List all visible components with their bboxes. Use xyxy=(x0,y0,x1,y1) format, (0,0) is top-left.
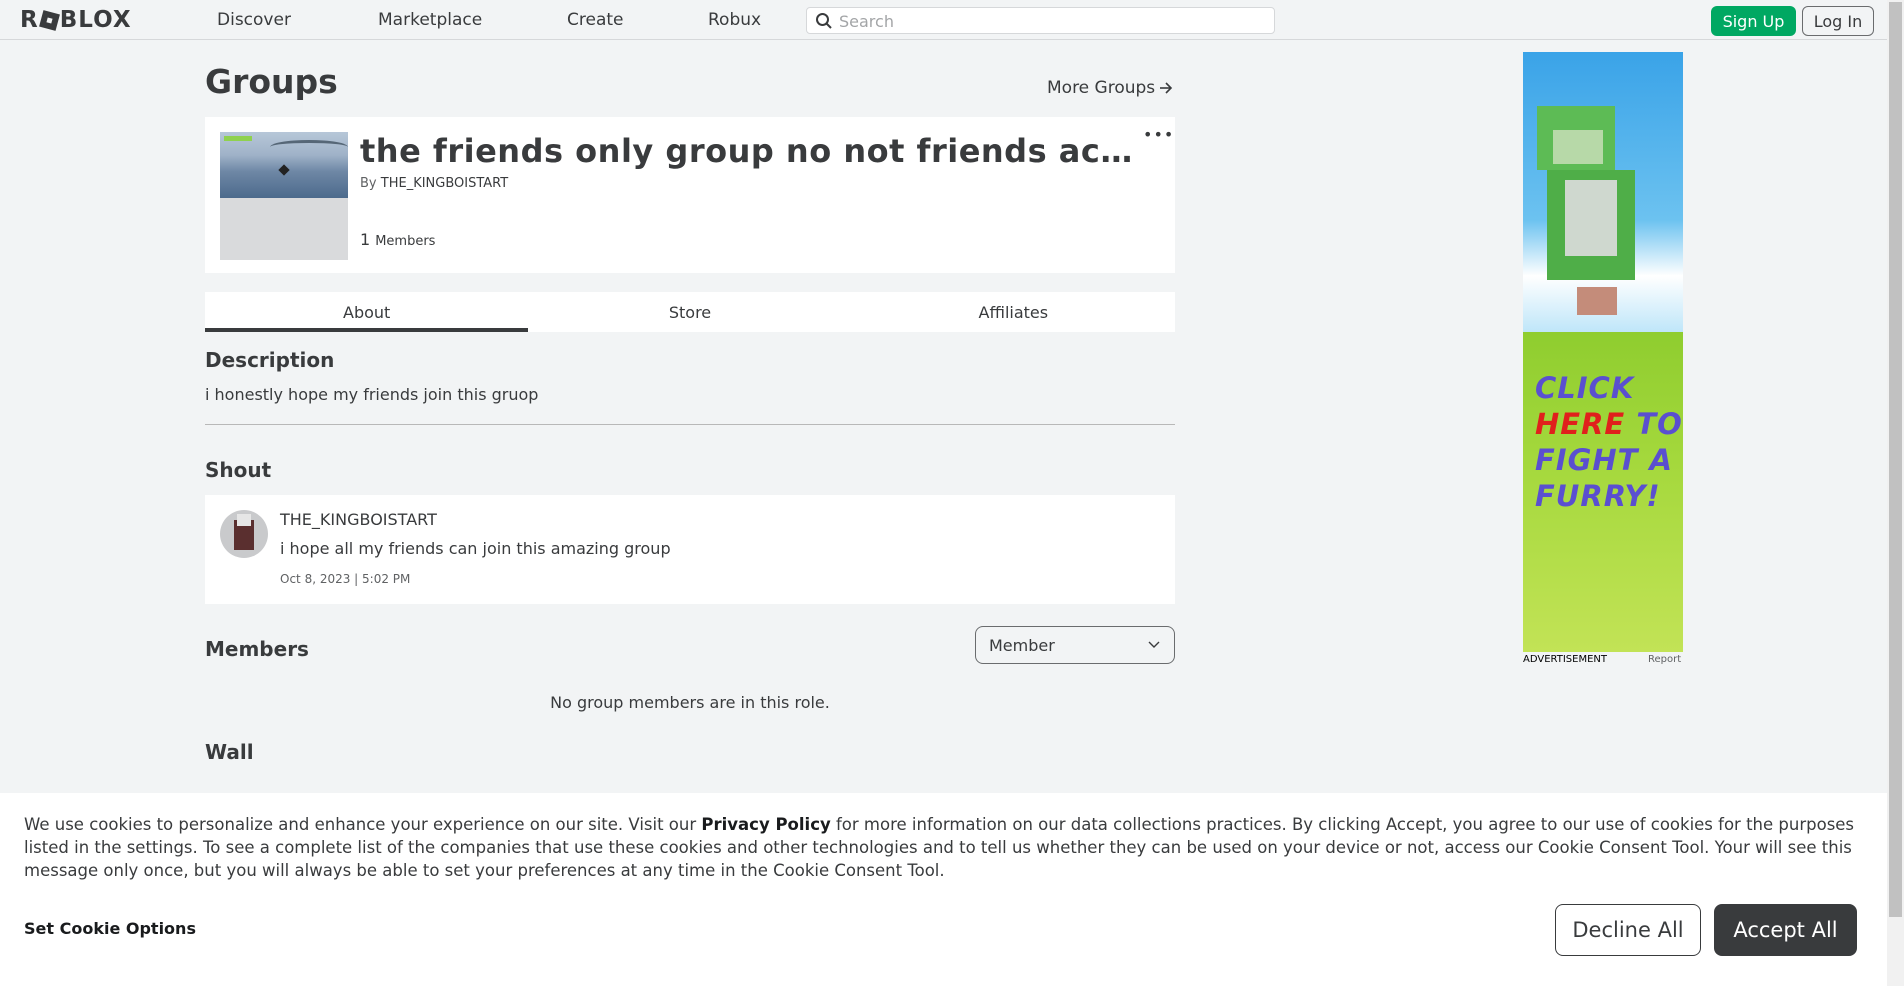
nav-create-link[interactable]: Create xyxy=(567,10,624,30)
ad-line-1: CLICK xyxy=(1535,371,1635,405)
search-box xyxy=(806,7,1275,34)
description-text: i honestly hope my friends join this gru… xyxy=(205,385,539,404)
log-in-button[interactable]: Log In xyxy=(1802,6,1874,36)
more-groups-link[interactable]: More Groups xyxy=(1047,78,1173,98)
ad-line-2: HERE TO xyxy=(1535,406,1683,442)
shout-heading: Shout xyxy=(205,458,272,482)
tab-affiliates[interactable]: Affiliates xyxy=(852,292,1175,332)
chevron-down-icon xyxy=(1148,641,1160,648)
shout-username-link[interactable]: THE_KINGBOISTART xyxy=(280,510,437,529)
cookie-consent-text: We use cookies to personalize and enhanc… xyxy=(24,813,1864,882)
top-navigation-bar: R BLOX Discover Marketplace Create Robux … xyxy=(0,0,1904,40)
ad-line-3: FIGHT A xyxy=(1535,443,1673,477)
ad-line-2-rest: TO xyxy=(1625,407,1683,441)
more-options-icon[interactable]: ••• xyxy=(1143,125,1174,144)
search-input[interactable] xyxy=(839,11,1259,31)
member-count-value: 1 xyxy=(360,230,371,249)
group-tabs: About Store Affiliates xyxy=(205,292,1175,332)
group-owner-line: By THE_KINGBOISTART xyxy=(360,176,508,191)
group-header-card: the friends only group no not friends ac… xyxy=(205,117,1175,273)
wall-heading: Wall xyxy=(205,740,254,764)
logo-letter-r: R xyxy=(20,7,39,33)
nav-robux-link[interactable]: Robux xyxy=(708,10,761,30)
group-name: the friends only group no not friends ac… xyxy=(360,132,1150,170)
member-count-label: Members xyxy=(375,234,436,249)
cookie-consent-banner: We use cookies to personalize and enhanc… xyxy=(0,793,1887,986)
set-cookie-options-link[interactable]: Set Cookie Options xyxy=(24,919,196,938)
roblox-logo[interactable]: R BLOX xyxy=(20,7,132,33)
ad-character-image xyxy=(1523,92,1653,322)
description-heading: Description xyxy=(205,348,335,372)
report-ad-link[interactable]: Report xyxy=(1648,654,1681,665)
section-divider xyxy=(205,424,1175,425)
group-emblem-image xyxy=(220,132,348,260)
sign-up-button[interactable]: Sign Up xyxy=(1711,6,1796,36)
ad-line-2-red: HERE xyxy=(1535,407,1626,441)
cookie-text-before: We use cookies to personalize and enhanc… xyxy=(24,815,702,834)
role-dropdown-value: Member xyxy=(989,635,1055,655)
members-heading: Members xyxy=(205,637,309,661)
tab-store[interactable]: Store xyxy=(528,292,851,332)
page-scrollbar[interactable] xyxy=(1887,0,1904,986)
shout-timestamp: Oct 8, 2023 | 5:02 PM xyxy=(280,572,411,586)
search-icon[interactable] xyxy=(815,12,833,30)
group-emblem-picture xyxy=(220,132,348,198)
scrollbar-thumb[interactable] xyxy=(1889,2,1902,917)
no-members-message: No group members are in this role. xyxy=(550,693,830,712)
privacy-policy-link[interactable]: Privacy Policy xyxy=(701,815,830,834)
avatar[interactable] xyxy=(220,510,268,558)
logo-letters-blox: BLOX xyxy=(59,7,132,33)
more-groups-label: More Groups xyxy=(1047,78,1156,98)
member-count: 1 Members xyxy=(360,230,435,249)
decline-all-button[interactable]: Decline All xyxy=(1555,904,1701,956)
role-dropdown[interactable]: Member xyxy=(975,626,1175,664)
nav-marketplace-link[interactable]: Marketplace xyxy=(378,10,482,30)
group-owner-link[interactable]: THE_KINGBOISTART xyxy=(381,176,508,191)
advertisement-banner[interactable]: CLICK HERE TO FIGHT A FURRY! xyxy=(1523,52,1683,652)
logo-tilted-o-icon xyxy=(38,9,60,31)
shout-card: THE_KINGBOISTART i hope all my friends c… xyxy=(205,495,1175,604)
arrow-right-icon xyxy=(1160,82,1173,94)
ad-line-4: FURRY! xyxy=(1535,479,1661,513)
advertisement-label: ADVERTISEMENT xyxy=(1523,654,1608,665)
shout-message: i hope all my friends can join this amaz… xyxy=(280,539,671,558)
accept-all-button[interactable]: Accept All xyxy=(1714,904,1857,956)
by-label: By xyxy=(360,176,377,191)
nav-discover-link[interactable]: Discover xyxy=(217,10,291,30)
tab-about[interactable]: About xyxy=(205,292,529,332)
ad-headline: CLICK HERE TO FIGHT A FURRY! xyxy=(1535,370,1683,514)
page-title: Groups xyxy=(205,62,338,101)
